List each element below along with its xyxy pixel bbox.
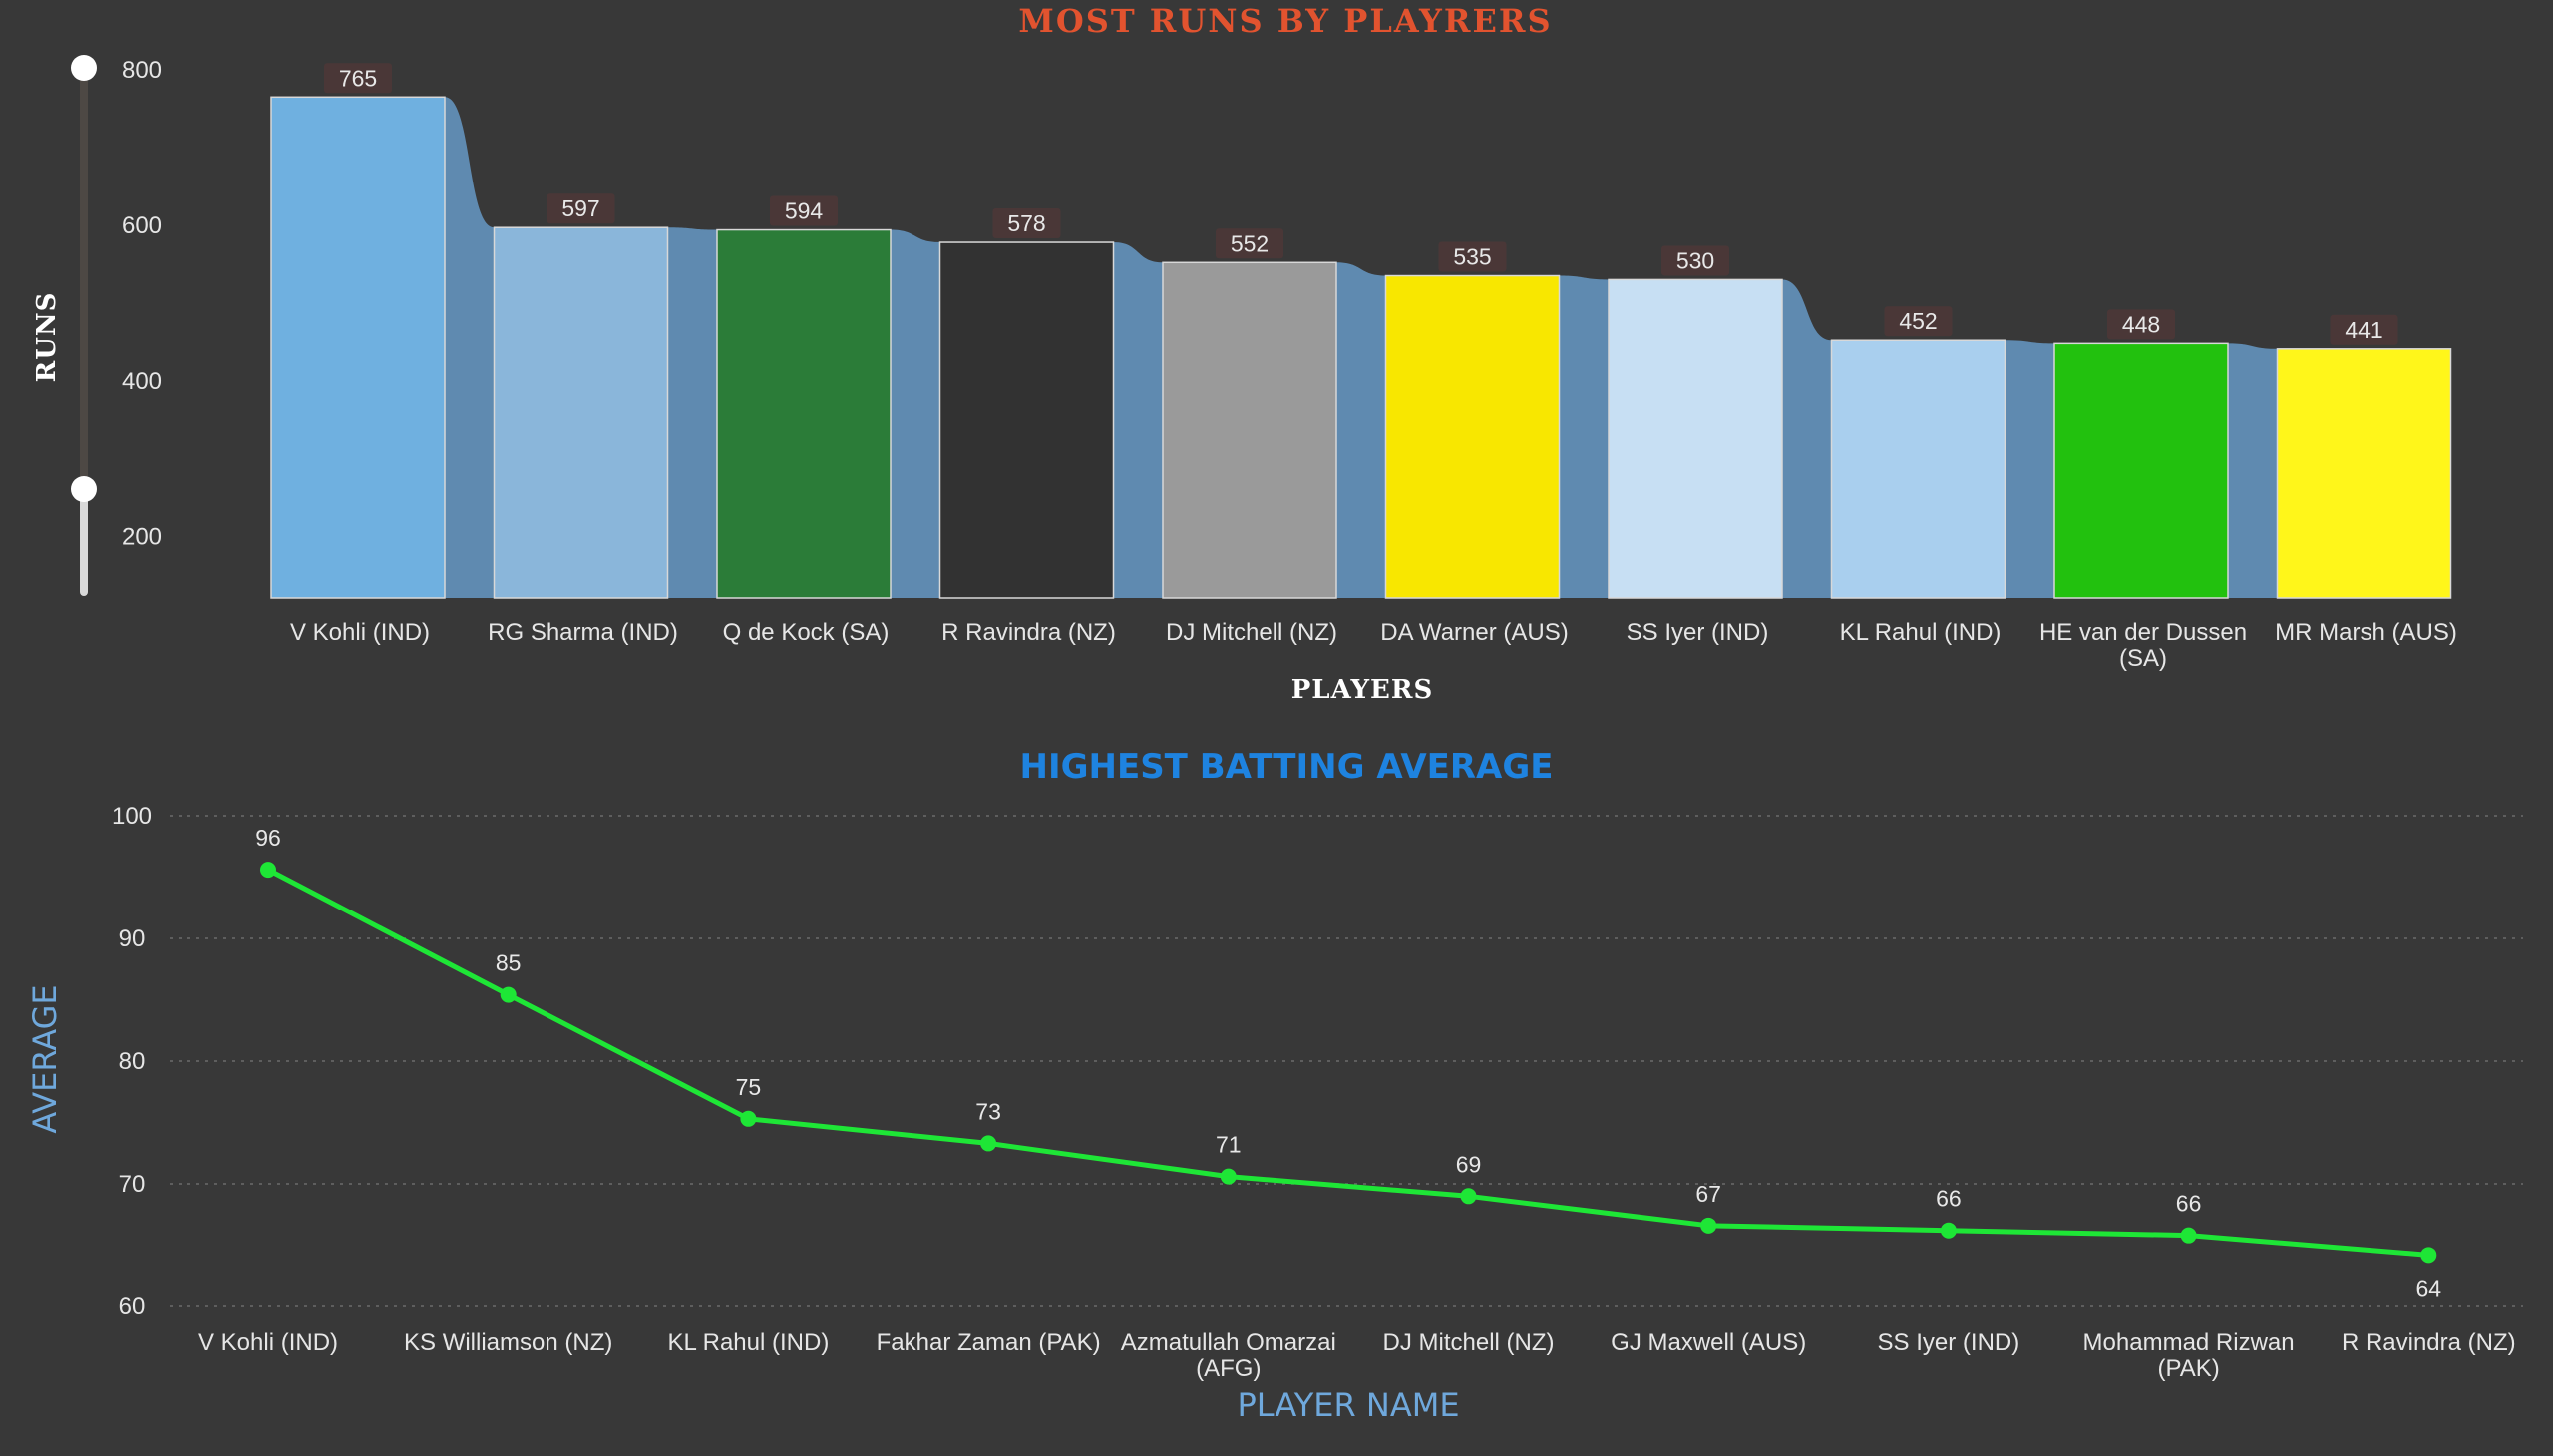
average-category-label: Fakhar Zaman (PAK): [877, 1329, 1101, 1356]
runs-category-label: SS Iyer (IND): [1627, 619, 1769, 646]
runs-category-label: KL Rahul (IND): [1840, 619, 2002, 646]
average-y-axis-label: AVERAGE: [26, 984, 64, 1133]
average-y-tick: 100: [112, 803, 152, 830]
runs-data-label: 535: [1453, 244, 1491, 270]
runs-bar[interactable]: [2053, 342, 2229, 599]
runs-data-label: 552: [1231, 230, 1269, 256]
average-data-label: 96: [255, 825, 281, 851]
average-category-label: GJ Maxwell (AUS): [1611, 1329, 1806, 1356]
runs-x-axis-label: PLAYERS: [1291, 675, 1433, 705]
average-category-label: KS Williamson (NZ): [404, 1329, 612, 1356]
runs-category-label: R Ravindra (NZ): [941, 619, 1116, 646]
average-point[interactable]: [1220, 1168, 1237, 1185]
slider-selected-range: [80, 489, 88, 596]
average-data-label: 75: [736, 1074, 762, 1100]
runs-data-label: 441: [2345, 317, 2382, 343]
average-point[interactable]: [260, 862, 276, 879]
dashboard-canvas: MOST RUNS BY PLAYRERS RUNS PLAYERS 200 40…: [26, 2, 2523, 1424]
average-y-tick: 80: [119, 1048, 146, 1075]
average-x-axis-label: PLAYER NAME: [1237, 1386, 1459, 1424]
range-slider[interactable]: [71, 55, 97, 596]
average-chart-title: HIGHEST BATTING AVERAGE: [1020, 747, 1554, 787]
runs-bar[interactable]: [1162, 261, 1337, 599]
average-data-label: 69: [1456, 1151, 1482, 1177]
average-category-label: Azmatullah Omarzai (AFG): [1121, 1329, 1336, 1382]
average-category-label: R Ravindra (NZ): [2342, 1329, 2516, 1356]
average-point[interactable]: [1940, 1222, 1957, 1239]
average-y-tick: 60: [119, 1293, 146, 1320]
average-data-label: 85: [496, 950, 522, 976]
runs-data-label: 448: [2122, 311, 2160, 337]
runs-data-label: 530: [1676, 247, 1714, 273]
average-point[interactable]: [1700, 1217, 1717, 1234]
runs-category-label: RG Sharma (IND): [488, 619, 678, 646]
average-data-label: 66: [1936, 1186, 1962, 1212]
runs-category-label: MR Marsh (AUS): [2275, 619, 2457, 646]
runs-bar[interactable]: [270, 96, 446, 599]
runs-data-label: 578: [1007, 210, 1045, 236]
average-category-label: SS Iyer (IND): [1878, 1329, 2020, 1356]
runs-y-tick: 800: [122, 57, 162, 84]
runs-category-label: DA Warner (AUS): [1380, 619, 1568, 646]
runs-y-tick: 400: [122, 368, 162, 395]
runs-y-tick: 600: [122, 212, 162, 239]
runs-data-label: 765: [339, 65, 377, 91]
average-category-label: Mohammad Rizwan (PAK): [2083, 1329, 2295, 1382]
average-point[interactable]: [500, 986, 517, 1003]
average-point[interactable]: [1460, 1188, 1477, 1205]
runs-bar[interactable]: [938, 241, 1115, 599]
average-category-label: KL Rahul (IND): [667, 1329, 829, 1356]
average-point[interactable]: [2420, 1247, 2437, 1264]
average-series-line: [266, 867, 2429, 1258]
runs-category-label: HE van der Dussen (SA): [2039, 619, 2247, 672]
average-point[interactable]: [980, 1135, 997, 1152]
runs-data-label: 597: [561, 195, 599, 221]
runs-bar[interactable]: [2276, 348, 2452, 599]
runs-bar[interactable]: [716, 228, 892, 599]
average-category-label: V Kohli (IND): [198, 1329, 338, 1356]
runs-data-label: 452: [1899, 308, 1937, 334]
runs-data-label: 594: [785, 198, 824, 224]
runs-bar[interactable]: [1830, 339, 2006, 599]
average-data-label: 73: [975, 1098, 1001, 1124]
average-y-tick: 70: [119, 1171, 146, 1198]
runs-chart-title: MOST RUNS BY PLAYRERS: [1018, 2, 1552, 40]
runs-category-label: V Kohli (IND): [290, 619, 430, 646]
runs-bar[interactable]: [1608, 278, 1783, 599]
average-data-label: 67: [1695, 1181, 1721, 1207]
runs-category-label: Q de Kock (SA): [723, 619, 890, 646]
slider-min-handle[interactable]: [71, 476, 97, 502]
average-category-label: DJ Mitchell (NZ): [1383, 1329, 1555, 1356]
runs-category-label: DJ Mitchell (NZ): [1166, 619, 1337, 646]
runs-y-axis-label: RUNS: [32, 292, 62, 383]
average-point[interactable]: [2180, 1227, 2197, 1244]
slider-max-handle[interactable]: [71, 55, 97, 81]
average-data-label: 71: [1216, 1132, 1242, 1158]
runs-bar[interactable]: [1384, 274, 1561, 599]
average-y-tick: 90: [119, 925, 146, 952]
average-point[interactable]: [740, 1110, 757, 1127]
average-data-label: 66: [2176, 1191, 2202, 1217]
runs-y-tick: 200: [122, 524, 162, 550]
runs-bar[interactable]: [493, 226, 669, 599]
average-data-label: 64: [2416, 1275, 2442, 1301]
